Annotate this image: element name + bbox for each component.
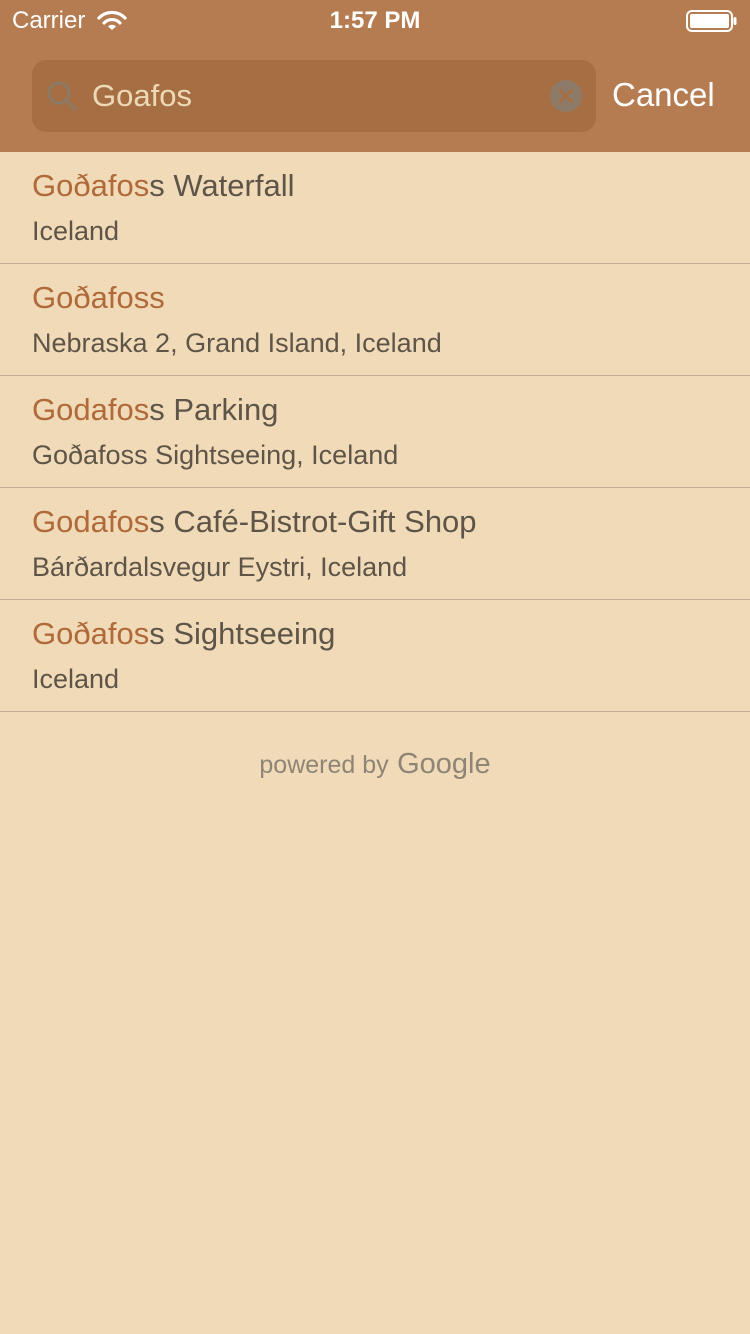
title-match: Goðafoss [32, 280, 165, 315]
result-subtitle: Goðafoss Sightseeing, Iceland [32, 440, 399, 470]
search-icon [47, 81, 77, 111]
result-row[interactable]: Goðafoss Nebraska 2, Grand Island, Icela… [0, 264, 750, 376]
result-title: Goðafoss [32, 280, 165, 316]
result-row[interactable]: Goðafoss Sightseeing Iceland [0, 600, 750, 712]
search-input[interactable] [92, 74, 542, 118]
clear-search-button[interactable] [550, 80, 582, 112]
title-match: Goðafos [32, 616, 150, 651]
title-rest: s Parking [149, 392, 279, 427]
result-title: Goðafoss Sightseeing [32, 616, 335, 652]
result-title: Godafoss Café-Bistrot-Gift Shop [32, 504, 477, 540]
attribution-prefix: powered by [259, 751, 389, 779]
battery-icon [686, 10, 737, 32]
powered-by-google: powered by Google [0, 748, 750, 781]
title-rest: s Café-Bistrot-Gift Shop [149, 504, 477, 539]
result-subtitle: Iceland [32, 664, 120, 694]
result-row[interactable]: Goðafoss Waterfall Iceland [0, 152, 750, 264]
result-title: Godafoss Parking [32, 392, 278, 428]
result-row[interactable]: Godafoss Parking Goðafoss Sightseeing, I… [0, 376, 750, 488]
search-bar[interactable] [32, 60, 596, 132]
title-rest: s Waterfall [149, 168, 295, 203]
google-logo: Google [397, 748, 491, 780]
title-match: Godafos [32, 392, 150, 427]
title-rest: s Sightseeing [149, 616, 336, 651]
status-bar: Carrier 1:57 PM [0, 0, 750, 40]
title-match: Goðafos [32, 168, 150, 203]
results-list: Goðafoss Waterfall Iceland Goðafoss Nebr… [0, 152, 750, 712]
title-match: Godafos [32, 504, 150, 539]
result-title: Goðafoss Waterfall [32, 168, 294, 204]
result-row[interactable]: Godafoss Café-Bistrot-Gift Shop Bárðarda… [0, 488, 750, 600]
cancel-button[interactable]: Cancel [612, 76, 715, 114]
result-subtitle: Iceland [32, 216, 120, 246]
result-subtitle: Bárðardalsvegur Eystri, Iceland [32, 552, 408, 582]
search-header: Carrier 1:57 PM Cancel [0, 0, 750, 152]
status-time: 1:57 PM [329, 7, 421, 34]
result-subtitle: Nebraska 2, Grand Island, Iceland [32, 328, 442, 358]
clear-icon [558, 88, 574, 104]
